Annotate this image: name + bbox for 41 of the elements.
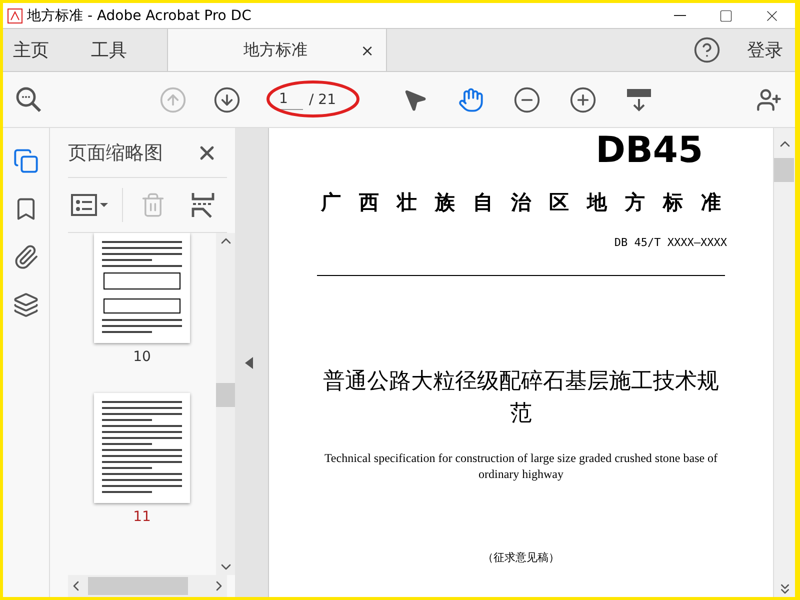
trash-icon xyxy=(140,192,166,218)
search-icon xyxy=(15,86,43,114)
standard-logo: DB45 xyxy=(596,130,703,171)
collapse-arrow-icon[interactable] xyxy=(245,356,253,368)
draft-note: （征求意见稿） xyxy=(482,550,560,565)
help-icon xyxy=(693,36,721,64)
scrollbar-thumb[interactable] xyxy=(88,577,188,595)
page-count: / 21 xyxy=(309,92,336,108)
pages-icon xyxy=(13,148,39,174)
scrollbar-thumb[interactable] xyxy=(774,158,794,182)
window-title: 地方标准 - Adobe Acrobat Pro DC xyxy=(27,6,252,24)
insert-page-icon xyxy=(191,191,215,219)
region-title: 广西壮族自治区地方标准 xyxy=(321,189,739,216)
app-logo-icon xyxy=(7,8,23,24)
minus-icon xyxy=(513,86,541,114)
english-title: Technical specification for construction of large size graded crushed stone base of ordinary highway xyxy=(323,450,719,482)
list-options-icon xyxy=(71,193,109,217)
tab-close[interactable]: × xyxy=(360,40,374,60)
maximize-icon xyxy=(719,8,733,22)
minimize-icon xyxy=(674,14,686,16)
side-rail-button[interactable] xyxy=(13,292,39,318)
page-number: 10 xyxy=(133,349,151,365)
add-user-icon xyxy=(756,86,782,112)
sign-in-button[interactable]: 登录 xyxy=(727,29,795,71)
plus-icon xyxy=(569,86,597,114)
paperclip-icon xyxy=(13,244,39,270)
document-title: 普通公路大粒径级配碎石基层施工技术规范 xyxy=(322,368,720,428)
page-number: 11 xyxy=(133,509,151,525)
side-rail-button[interactable] xyxy=(13,244,39,270)
layers-icon xyxy=(13,292,39,318)
page-number-field[interactable]: 1 xyxy=(275,89,303,110)
nav-tab[interactable]: 工具 xyxy=(81,29,137,71)
page-thumbnail[interactable] xyxy=(94,233,190,343)
scrollbar-thumb[interactable] xyxy=(216,383,235,407)
standard-code: DB 45/T XXXX—XXXX xyxy=(614,236,727,249)
page-thumbnail[interactable] xyxy=(94,393,190,503)
nav-tab[interactable]: 主页 xyxy=(3,29,59,71)
side-rail-button[interactable] xyxy=(13,148,39,174)
hand-icon xyxy=(458,86,484,112)
document-tab[interactable]: 地方标准 × xyxy=(167,29,387,71)
panel-title: 页面缩略图 xyxy=(68,140,163,166)
